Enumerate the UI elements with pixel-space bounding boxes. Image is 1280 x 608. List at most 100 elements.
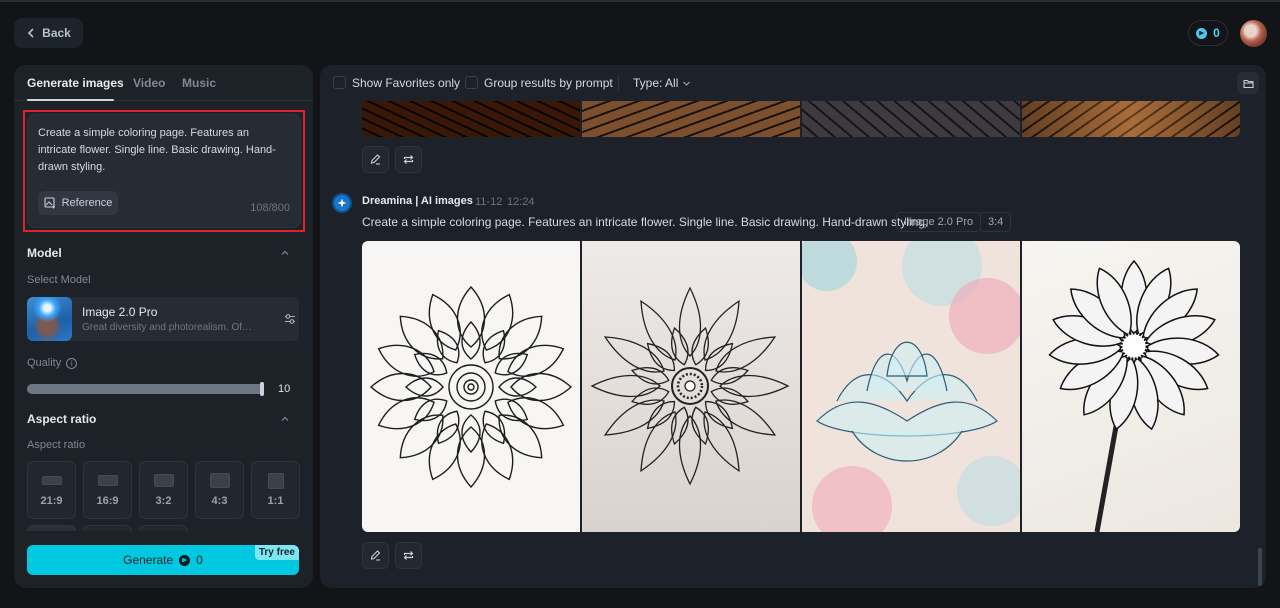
chevron-up-icon[interactable] xyxy=(280,248,290,258)
generate-label: Generate xyxy=(123,553,174,567)
ratio-option-more[interactable] xyxy=(27,525,76,531)
quality-slider-thumb[interactable] xyxy=(260,382,264,396)
select-model-label: Select Model xyxy=(27,274,91,286)
star-mandala-image xyxy=(591,286,789,485)
credits-badge[interactable]: 0 xyxy=(1188,20,1228,46)
credit-coin-icon xyxy=(179,554,191,566)
ratio-option-more[interactable] xyxy=(139,525,188,531)
ratio-option-more[interactable] xyxy=(83,525,132,531)
aspect-ratio-section-title: Aspect ratio xyxy=(27,412,97,426)
dreamina-logo-icon xyxy=(332,193,352,213)
back-button[interactable]: Back xyxy=(14,18,83,48)
ratio-shape-icon xyxy=(209,473,230,488)
generated-image[interactable] xyxy=(362,241,580,532)
tab-music[interactable]: Music xyxy=(182,76,216,90)
back-label: Back xyxy=(42,26,71,40)
chevron-left-icon xyxy=(28,28,34,38)
reference-label: Reference xyxy=(61,197,113,209)
ratio-label: 1:1 xyxy=(267,495,284,507)
ratio-label: 3:2 xyxy=(155,495,172,507)
model-description: Great diversity and photorealism. Offers… xyxy=(82,322,252,333)
ratio-label: 16:9 xyxy=(96,495,119,507)
sliders-icon[interactable] xyxy=(283,312,297,326)
previous-image-row xyxy=(362,100,1240,137)
colored-lotus-image xyxy=(802,241,1020,532)
group-by-prompt-label[interactable]: Group results by prompt xyxy=(484,76,613,90)
mode-tabs: Generate images Video Music xyxy=(14,65,313,101)
generated-image[interactable] xyxy=(582,241,800,532)
regenerate-button[interactable] xyxy=(395,542,422,569)
type-filter-label: Type: All xyxy=(633,76,679,90)
generate-button[interactable]: Generate 0 Try free xyxy=(27,545,299,575)
group-by-prompt-checkbox[interactable] xyxy=(465,76,478,89)
previous-image[interactable] xyxy=(1022,100,1240,137)
try-free-badge: Try free xyxy=(254,545,299,560)
tab-generate-images[interactable]: Generate images xyxy=(27,76,124,90)
daisy-flower-image xyxy=(1047,259,1221,532)
model-thumbnail xyxy=(27,297,72,341)
pencil-icon xyxy=(370,550,381,561)
model-tag: Image 2.0 Pro xyxy=(896,212,982,232)
edit-prompt-button[interactable] xyxy=(362,542,389,569)
favorites-checkbox[interactable] xyxy=(333,76,346,89)
aspect-ratio-label: Aspect ratio xyxy=(27,439,86,451)
generation-header: Dreamina | AI images 11-12 12:24 xyxy=(332,193,1232,213)
quality-slider-fill xyxy=(27,384,264,394)
previous-image[interactable] xyxy=(802,100,1020,137)
image-add-icon xyxy=(44,197,55,209)
mandala-flower-image xyxy=(370,285,572,488)
results-scrollbar[interactable] xyxy=(1258,548,1262,586)
tab-video[interactable]: Video xyxy=(133,76,165,90)
user-avatar[interactable] xyxy=(1240,20,1267,47)
ratio-label: 21:9 xyxy=(40,495,63,507)
ratio-option-16-9[interactable]: 16:9 xyxy=(83,461,132,519)
generated-image[interactable] xyxy=(802,241,1020,532)
ratio-option-3-2[interactable]: 3:2 xyxy=(139,461,188,519)
chevron-up-icon[interactable] xyxy=(280,414,290,424)
generation-settings-panel: Generate images Video Music Create a sim… xyxy=(14,65,313,588)
ratio-option-4-3[interactable]: 4:3 xyxy=(195,461,244,519)
generate-cost: 0 xyxy=(196,553,203,567)
repeat-icon xyxy=(403,551,414,560)
ratio-option-1-1[interactable]: 1:1 xyxy=(251,461,300,519)
quality-value: 10 xyxy=(278,383,291,395)
ratio-shape-icon xyxy=(267,473,284,489)
generation-prompt: Create a simple coloring page. Features … xyxy=(362,215,929,229)
pencil-icon xyxy=(370,154,381,165)
ratio-shape-icon xyxy=(153,474,174,487)
quality-label: Quality xyxy=(27,357,62,369)
quality-slider[interactable] xyxy=(27,382,264,396)
model-selector[interactable]: Image 2.0 Pro Great diversity and photor… xyxy=(27,297,299,341)
results-panel: Show Favorites only Group results by pro… xyxy=(320,65,1266,588)
chevron-down-icon xyxy=(683,81,691,86)
generated-image[interactable] xyxy=(1022,241,1240,532)
generated-images-row xyxy=(362,241,1240,532)
credit-coin-icon xyxy=(1196,27,1208,39)
window-top-border xyxy=(0,0,1280,2)
char-counter: 108/800 xyxy=(250,202,290,214)
favorites-label[interactable]: Show Favorites only xyxy=(352,76,460,90)
prompt-input[interactable]: Create a simple coloring page. Features … xyxy=(27,114,301,228)
active-tab-indicator xyxy=(27,99,114,101)
ratio-tag: 3:4 xyxy=(980,212,1012,232)
model-name: Image 2.0 Pro xyxy=(82,305,158,319)
ratio-shape-icon xyxy=(97,475,118,486)
folder-button[interactable] xyxy=(1237,72,1259,94)
quality-label-row: Quality i xyxy=(27,357,78,369)
reference-button[interactable]: Reference xyxy=(38,191,118,215)
regenerate-button[interactable] xyxy=(395,146,422,173)
generation-time: 12:24 xyxy=(507,196,535,208)
ratio-shape-icon xyxy=(41,476,62,485)
ratio-label: 4:3 xyxy=(211,495,228,507)
ratio-option-21-9[interactable]: 21:9 xyxy=(27,461,76,519)
info-icon[interactable]: i xyxy=(66,357,78,369)
previous-image[interactable] xyxy=(362,100,580,137)
filter-divider xyxy=(618,75,619,91)
type-filter-dropdown[interactable]: Type: All xyxy=(633,76,691,90)
prompt-text[interactable]: Create a simple coloring page. Features … xyxy=(38,125,288,176)
previous-image[interactable] xyxy=(582,100,800,137)
model-section-title: Model xyxy=(27,246,62,260)
edit-prompt-button[interactable] xyxy=(362,146,389,173)
aspect-ratio-grid: 21:9 16:9 3:2 4:3 1:1 xyxy=(27,461,301,531)
generation-date: 11-12 xyxy=(475,196,503,208)
